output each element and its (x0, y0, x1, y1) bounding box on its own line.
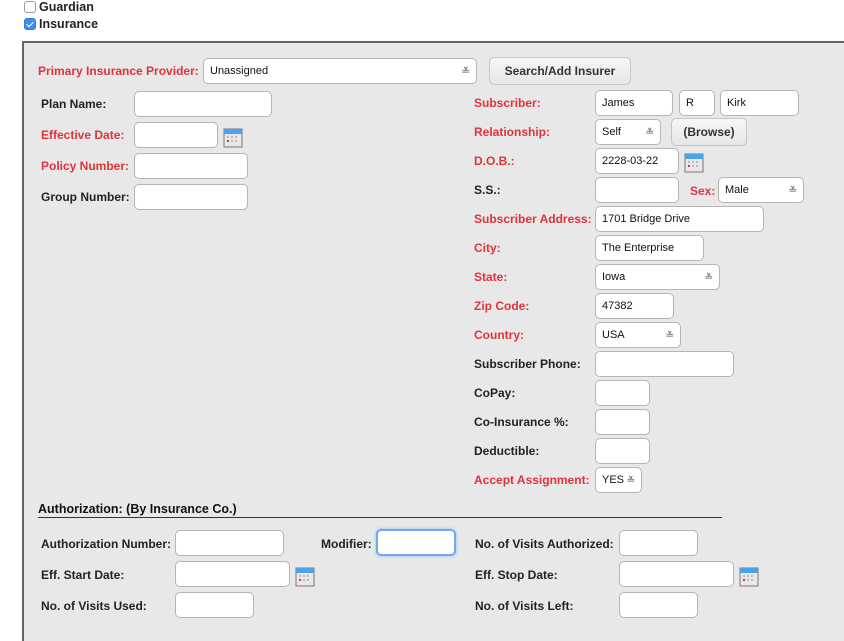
city-input[interactable]: The Enterprise (595, 235, 704, 261)
deductible-label: Deductible: (474, 444, 540, 458)
relationship-label: Relationship: (474, 125, 551, 139)
state-value: Iowa (602, 271, 626, 283)
modifier-input[interactable] (376, 529, 456, 556)
calendar-icon[interactable] (223, 127, 243, 148)
subscriber-last-name-input[interactable]: Kirk (720, 90, 799, 116)
sex-value: Male (725, 184, 749, 196)
primary-provider-label: Primary Insurance Provider: (38, 64, 199, 78)
chevron-down-icon: ≚ (704, 271, 714, 282)
primary-provider-value: Unassigned (210, 65, 269, 77)
insurance-checkbox[interactable] (24, 18, 36, 30)
accept-assignment-select[interactable]: YES ≚ (595, 467, 642, 493)
city-label: City: (474, 241, 501, 255)
eff-start-date-label: Eff. Start Date: (41, 568, 125, 582)
section-divider (38, 517, 722, 518)
dob-input[interactable]: 2228-03-22 (595, 148, 679, 174)
effective-date-input[interactable] (134, 122, 218, 148)
authorization-number-input[interactable] (175, 530, 284, 556)
country-value: USA (602, 329, 625, 341)
relationship-select[interactable]: Self ≚ (595, 119, 661, 145)
calendar-icon[interactable] (684, 152, 704, 173)
subscriber-first-name-input[interactable]: James (595, 90, 673, 116)
dob-label: D.O.B.: (474, 154, 515, 168)
plan-name-input[interactable] (134, 91, 272, 117)
policy-number-label: Policy Number: (41, 159, 130, 173)
copay-label: CoPay: (474, 386, 516, 400)
guardian-checkbox-row[interactable]: Guardian (24, 0, 94, 14)
sex-label: Sex: (690, 184, 716, 198)
sex-select[interactable]: Male ≚ (718, 177, 804, 203)
subscriber-phone-label: Subscriber Phone: (474, 357, 581, 371)
calendar-icon[interactable] (739, 566, 759, 587)
modifier-label: Modifier: (321, 537, 372, 551)
deductible-input[interactable] (595, 438, 650, 464)
accept-assignment-value: YES (602, 474, 625, 486)
calendar-icon[interactable] (295, 566, 315, 587)
zip-code-input[interactable]: 47382 (595, 293, 674, 319)
co-insurance-label: Co-Insurance %: (474, 415, 569, 429)
subscriber-phone-input[interactable] (595, 351, 734, 377)
chevron-down-icon: ≚ (665, 329, 675, 340)
policy-number-input[interactable] (134, 153, 248, 179)
subscriber-label: Subscriber: (474, 96, 541, 110)
state-select[interactable]: Iowa ≚ (595, 264, 720, 290)
eff-stop-date-label: Eff. Stop Date: (475, 568, 558, 582)
chevron-down-icon: ≚ (461, 65, 471, 76)
visits-authorized-input[interactable] (619, 530, 698, 556)
insurance-checkbox-row[interactable]: Insurance (24, 17, 98, 31)
visits-used-input[interactable] (175, 592, 254, 618)
guardian-checkbox[interactable] (24, 1, 36, 13)
chevron-down-icon: ≚ (626, 474, 636, 485)
subscriber-address-label: Subscriber Address: (474, 212, 592, 226)
eff-start-date-input[interactable] (175, 561, 290, 587)
ss-label: S.S.: (474, 183, 501, 197)
subscriber-address-input[interactable]: 1701 Bridge Drive (595, 206, 764, 232)
authorization-section-title: Authorization: (By Insurance Co.) (38, 502, 237, 516)
insurance-label: Insurance (39, 17, 99, 31)
accept-assignment-label: Accept Assignment: (474, 473, 590, 487)
visits-left-label: No. of Visits Left: (475, 599, 574, 613)
state-label: State: (474, 270, 508, 284)
search-add-insurer-button[interactable]: Search/Add Insurer (489, 57, 631, 85)
co-insurance-input[interactable] (595, 409, 650, 435)
chevron-down-icon: ≚ (645, 126, 655, 137)
guardian-label: Guardian (39, 0, 94, 14)
chevron-down-icon: ≚ (788, 184, 798, 195)
visits-left-input[interactable] (619, 592, 698, 618)
relationship-value: Self (602, 126, 621, 138)
zip-code-label: Zip Code: (474, 299, 530, 313)
group-number-input[interactable] (134, 184, 248, 210)
country-select[interactable]: USA ≚ (595, 322, 681, 348)
plan-name-label: Plan Name: (41, 97, 107, 111)
visits-used-label: No. of Visits Used: (41, 599, 147, 613)
copay-input[interactable] (595, 380, 650, 406)
subscriber-middle-initial-input[interactable]: R (679, 90, 715, 116)
visits-authorized-label: No. of Visits Authorized: (475, 537, 614, 551)
authorization-number-label: Authorization Number: (41, 537, 171, 551)
effective-date-label: Effective Date: (41, 128, 125, 142)
browse-button[interactable]: (Browse) (671, 118, 747, 146)
primary-provider-select[interactable]: Unassigned ≚ (203, 58, 477, 84)
eff-stop-date-input[interactable] (619, 561, 734, 587)
ss-input[interactable] (595, 177, 679, 203)
country-label: Country: (474, 328, 524, 342)
group-number-label: Group Number: (41, 190, 130, 204)
